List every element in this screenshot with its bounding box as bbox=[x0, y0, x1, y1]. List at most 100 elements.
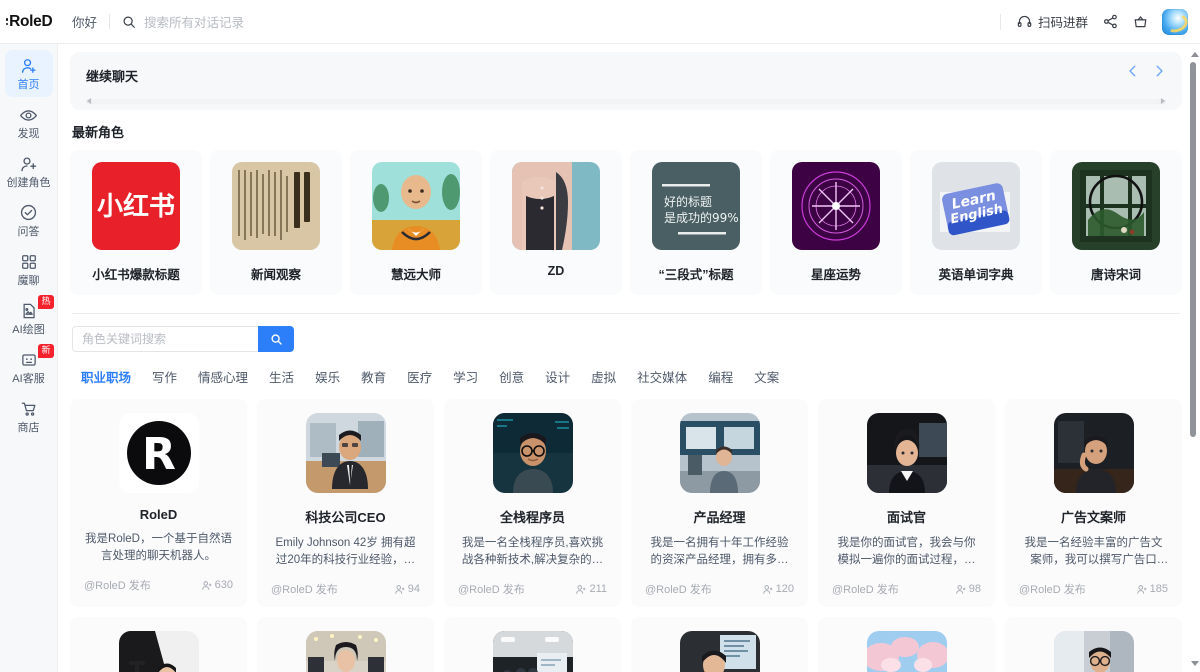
tab-8[interactable]: 创意 bbox=[490, 364, 533, 389]
user-avatar[interactable] bbox=[1162, 9, 1188, 35]
join-group-button[interactable]: 扫码进群 bbox=[1017, 12, 1088, 31]
sidebar-item-label: 发现 bbox=[18, 128, 40, 141]
role-card[interactable]: 科技公司CEO Emily Johnson 42岁 拥有超过20年的科技行业经验… bbox=[257, 399, 434, 607]
latest-card-thumb bbox=[372, 162, 460, 250]
chevron-left-icon[interactable] bbox=[1126, 64, 1140, 78]
tab-0[interactable]: 职业职场 bbox=[72, 364, 140, 389]
latest-card-name: 英语单词字典 bbox=[916, 264, 1036, 283]
chevron-right-icon[interactable] bbox=[1152, 64, 1166, 78]
role-card[interactable]: 广告文案师 我是一名经验丰富的广告文案师，我可以撰写广告口号、标语、宣... @… bbox=[1005, 399, 1182, 607]
tab-11[interactable]: 社交媒体 bbox=[628, 364, 696, 389]
continue-chat-panel: 继续聊天 bbox=[70, 52, 1182, 110]
role-card-footer: @RoleD 发布 120 bbox=[645, 581, 794, 597]
role-card[interactable]: R RoleD 我是RoleD，一个基于自然语言处理的聊天机器人。 @RoleD… bbox=[70, 399, 247, 607]
sidebar-item-ai-support[interactable]: 新 AI客服 bbox=[5, 344, 53, 391]
role-card-desc: 我是RoleD，一个基于自然语言处理的聊天机器人。 bbox=[84, 531, 233, 565]
role-card-name: 面试官 bbox=[887, 507, 926, 526]
header-actions: 扫码进群 bbox=[1000, 9, 1188, 35]
role-card[interactable] bbox=[1005, 617, 1182, 672]
role-search-input[interactable] bbox=[72, 326, 258, 352]
role-card[interactable]: 全栈程序员 我是一名全栈程序员,喜欢挑战各种新技术,解决复杂的技术问题，... … bbox=[444, 399, 621, 607]
scroll-down-arrow-icon[interactable] bbox=[1191, 661, 1199, 666]
role-card-name: 科技公司CEO bbox=[305, 507, 385, 526]
role-card-thumb: R bbox=[119, 413, 199, 493]
logo-wrap[interactable]: RoleD bbox=[0, 13, 58, 31]
role-card-desc: Emily Johnson 42岁 拥有超过20年的科技行业经验，曾成功领导多.… bbox=[271, 535, 420, 569]
scroll-left-arrow-icon[interactable] bbox=[87, 98, 91, 104]
svg-text:小红书: 小红书 bbox=[97, 191, 175, 222]
sidebar-item-label: 商店 bbox=[18, 422, 40, 435]
latest-card[interactable]: 小红书 小红书爆款标题 bbox=[70, 150, 202, 295]
scroll-right-arrow-icon[interactable] bbox=[1161, 98, 1165, 104]
tab-12[interactable]: 编程 bbox=[699, 364, 742, 389]
role-card-usage: 94 bbox=[394, 583, 420, 595]
gift-icon[interactable] bbox=[1132, 14, 1148, 30]
check-circle-icon bbox=[19, 203, 39, 223]
tab-3[interactable]: 生活 bbox=[260, 364, 303, 389]
header-separator bbox=[109, 14, 110, 29]
tab-7[interactable]: 学习 bbox=[444, 364, 487, 389]
sidebar-item-mochat[interactable]: 魔聊 bbox=[5, 246, 53, 293]
latest-card[interactable]: ZD bbox=[490, 150, 622, 295]
role-card[interactable] bbox=[257, 617, 434, 672]
global-search[interactable]: 搜索所有对话记录 bbox=[122, 12, 244, 31]
tab-9[interactable]: 设计 bbox=[536, 364, 579, 389]
sidebar-item-store[interactable]: 商店 bbox=[5, 393, 53, 440]
main-scrollbar[interactable] bbox=[1189, 44, 1198, 672]
sidebar-item-label: AI绘图 bbox=[12, 324, 44, 337]
tab-13[interactable]: 文案 bbox=[745, 364, 788, 389]
tab-10[interactable]: 虚拟 bbox=[582, 364, 625, 389]
role-card-thumb bbox=[119, 631, 199, 672]
latest-card-name: “三段式”标题 bbox=[636, 264, 756, 283]
latest-card-name: 小红书爆款标题 bbox=[76, 264, 196, 283]
tab-6[interactable]: 医疗 bbox=[398, 364, 441, 389]
role-card[interactable]: 产品经理 我是一名拥有十年工作经验的资深产品经理，拥有多个成功产品经.. @Ro… bbox=[631, 399, 808, 607]
role-card-footer: @RoleD 发布 630 bbox=[84, 577, 233, 593]
sidebar-item-home[interactable]: 首页 bbox=[5, 50, 53, 97]
latest-card[interactable]: Learn English 英语单词字典 bbox=[910, 150, 1042, 295]
latest-card[interactable]: 星座运势 bbox=[770, 150, 902, 295]
sidebar-item-create-role[interactable]: 创建角色 bbox=[5, 148, 53, 195]
tab-2[interactable]: 情感心理 bbox=[189, 364, 257, 389]
svg-text:好的标题: 好的标题 bbox=[664, 194, 712, 209]
sidebar-item-ai-draw[interactable]: 热 AI绘图 bbox=[5, 295, 53, 342]
latest-card-name: 星座运势 bbox=[776, 264, 896, 283]
latest-card[interactable]: 新闻观察 bbox=[210, 150, 342, 295]
latest-card[interactable]: 好的标题 是成功的99% “三段式”标题 bbox=[630, 150, 762, 295]
latest-card-thumb: 好的标题 是成功的99% bbox=[652, 162, 740, 250]
sidebar-item-label: AI客服 bbox=[12, 373, 44, 386]
latest-card[interactable]: 唐诗宋词 bbox=[1050, 150, 1182, 295]
greeting-text: 你好 bbox=[72, 12, 97, 31]
role-card-usage: 120 bbox=[762, 583, 794, 595]
scrollbar-thumb[interactable] bbox=[92, 99, 1160, 104]
role-card[interactable] bbox=[70, 617, 247, 672]
role-card-desc: 我是一名经验丰富的广告文案师，我可以撰写广告口号、标语、宣... bbox=[1019, 535, 1168, 569]
badge-new: 新 bbox=[38, 344, 53, 359]
continue-chat-scrollbar[interactable] bbox=[86, 99, 1166, 104]
role-card[interactable] bbox=[631, 617, 808, 672]
main-content: 继续聊天 最新角色 bbox=[58, 44, 1200, 672]
share-icon[interactable] bbox=[1102, 14, 1118, 30]
latest-card-thumb: 小红书 bbox=[92, 162, 180, 250]
image-file-icon bbox=[19, 301, 39, 321]
join-group-label: 扫码进群 bbox=[1038, 12, 1088, 31]
badge-hot: 热 bbox=[38, 295, 53, 310]
latest-card[interactable]: 慧远大师 bbox=[350, 150, 482, 295]
people-icon bbox=[575, 584, 586, 595]
scroll-up-arrow-icon[interactable] bbox=[1191, 52, 1199, 57]
main-scrollbar-thumb[interactable] bbox=[1190, 62, 1196, 437]
tab-5[interactable]: 教育 bbox=[352, 364, 395, 389]
role-card[interactable] bbox=[444, 617, 621, 672]
tab-1[interactable]: 写作 bbox=[143, 364, 186, 389]
role-card[interactable]: 面试官 我是你的面试官，我会与你模拟一遍你的面试过程，以便你更好的... @Ro… bbox=[818, 399, 995, 607]
role-card[interactable] bbox=[818, 617, 995, 672]
role-search-button[interactable] bbox=[258, 326, 294, 352]
role-card-thumb bbox=[306, 631, 386, 672]
tab-4[interactable]: 娱乐 bbox=[306, 364, 349, 389]
top-header: RoleD 你好 搜索所有对话记录 bbox=[0, 0, 1200, 44]
usage-count: 98 bbox=[969, 583, 981, 595]
sidebar-item-qa[interactable]: 问答 bbox=[5, 197, 53, 244]
sidebar-item-discover[interactable]: 发现 bbox=[5, 99, 53, 146]
sidebar-item-label: 问答 bbox=[18, 226, 40, 239]
grid-icon bbox=[19, 252, 39, 272]
